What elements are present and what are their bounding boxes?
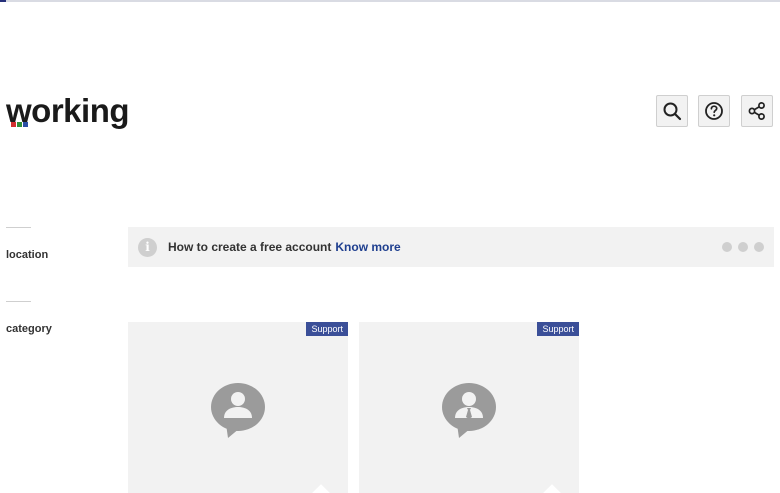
info-icon: i [138, 237, 157, 257]
help-icon [705, 102, 723, 120]
brand-logo[interactable]: working [6, 93, 130, 129]
banner-dot[interactable] [738, 242, 748, 252]
logo-dot-red [11, 122, 16, 127]
banner-dot[interactable] [754, 242, 764, 252]
card-notch [311, 484, 331, 493]
search-button[interactable] [656, 95, 688, 127]
info-banner: i How to create a free account Know more [128, 227, 774, 267]
know-more-link[interactable]: Know more [335, 240, 400, 254]
share-icon [748, 102, 765, 120]
top-progress-line [0, 0, 780, 2]
logo-color-dots [11, 122, 28, 127]
share-button[interactable] [741, 95, 773, 127]
support-person-icon [211, 383, 265, 438]
support-badge: Support [537, 322, 579, 336]
card-notch [542, 484, 562, 493]
sidebar-divider [6, 301, 31, 302]
listing-card[interactable]: Support [128, 322, 348, 493]
support-agent-icon [442, 383, 496, 438]
search-icon [663, 102, 682, 121]
logo-dot-blue [23, 122, 28, 127]
banner-dot[interactable] [722, 242, 732, 252]
listing-card[interactable]: Support [359, 322, 579, 493]
logo-dot-green [17, 122, 22, 127]
help-button[interactable] [698, 95, 730, 127]
support-badge: Support [306, 322, 348, 336]
banner-text: How to create a free account [168, 240, 332, 254]
banner-pagination [722, 242, 764, 252]
sidebar-item-category[interactable]: category [6, 323, 52, 335]
sidebar-item-location[interactable]: location [6, 249, 48, 261]
sidebar-divider [6, 227, 31, 228]
